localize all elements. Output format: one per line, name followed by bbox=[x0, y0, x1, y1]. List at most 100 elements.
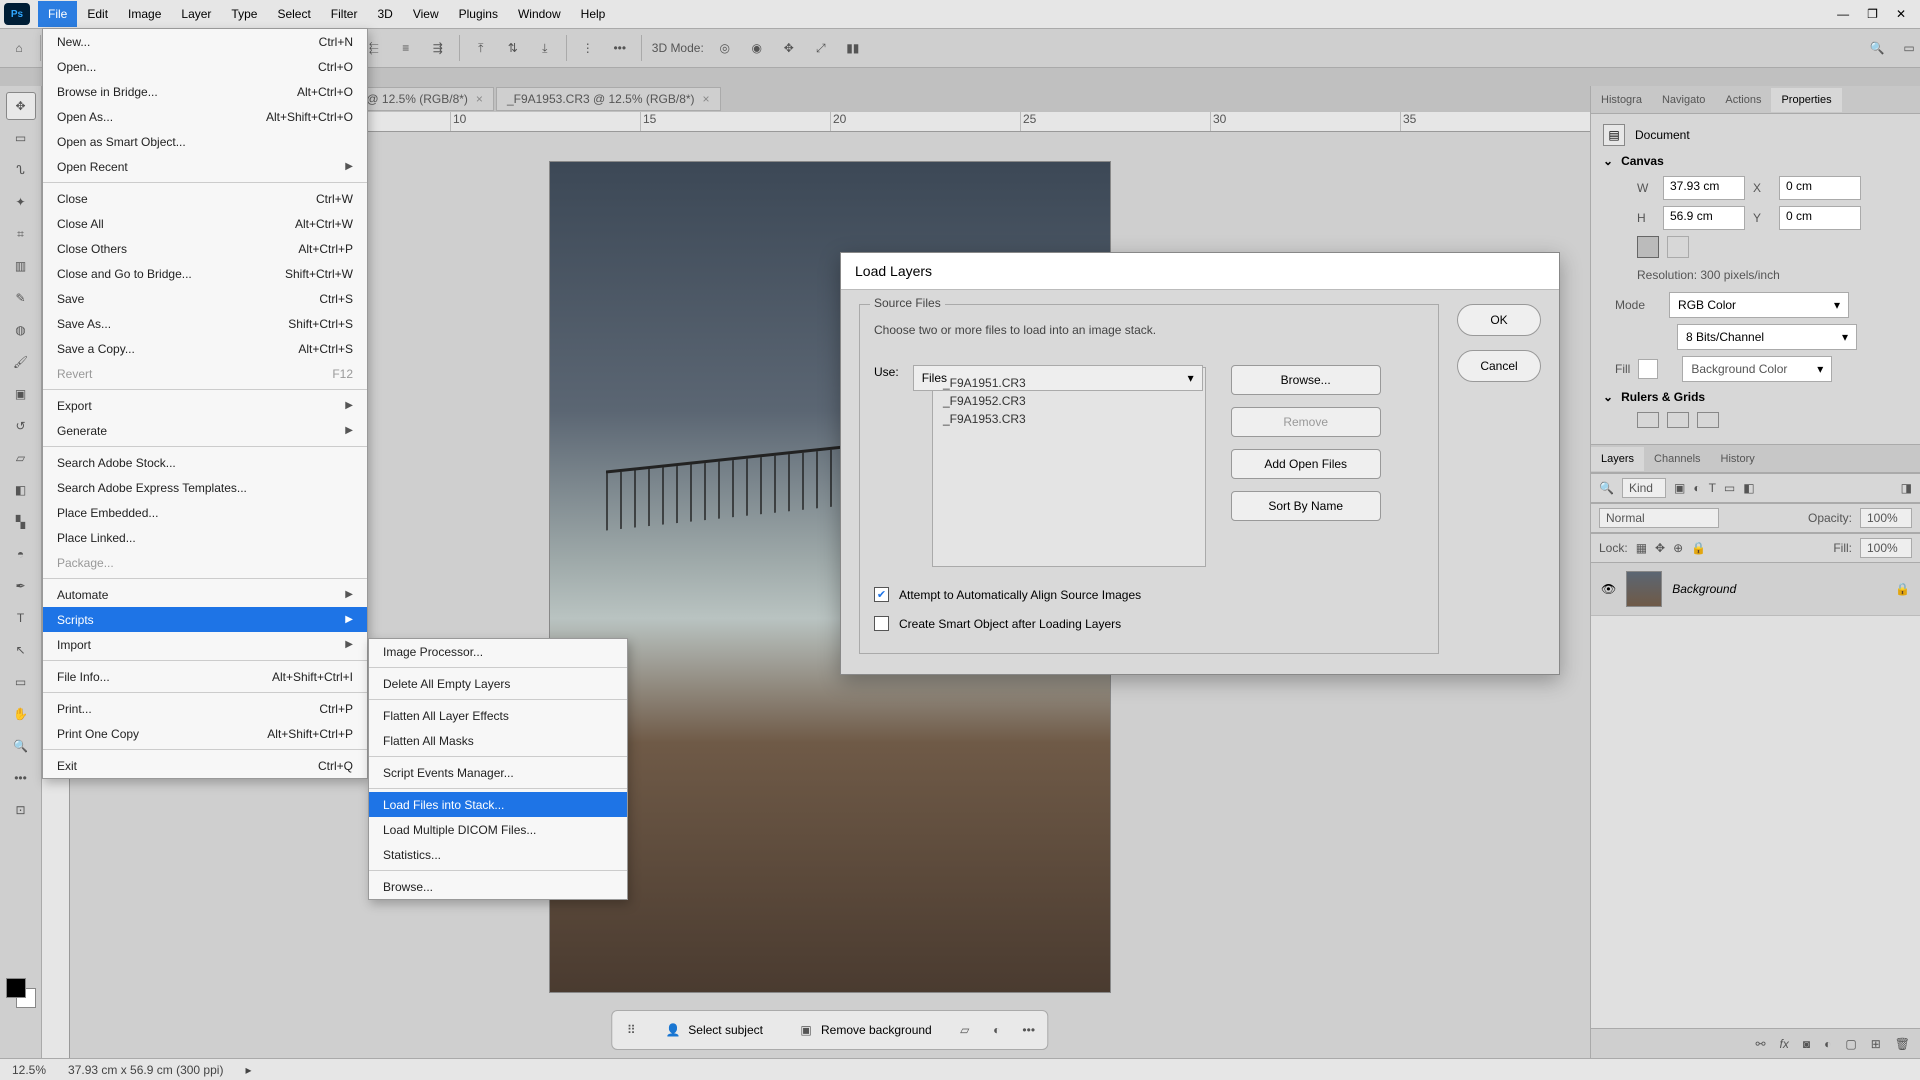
lock-icon[interactable]: 🔒 bbox=[1895, 582, 1910, 596]
layers-list[interactable]: 👁 Background 🔒 bbox=[1591, 563, 1920, 1028]
menu-item[interactable]: New...Ctrl+N bbox=[43, 29, 367, 54]
menu-item[interactable]: Print...Ctrl+P bbox=[43, 696, 367, 721]
fill-dropdown[interactable]: Background Color▾ bbox=[1682, 356, 1832, 382]
minimize-icon[interactable]: — bbox=[1837, 7, 1849, 21]
bit-depth-dropdown[interactable]: 8 Bits/Channel▾ bbox=[1677, 324, 1857, 350]
align-right-icon[interactable]: ⇶ bbox=[427, 37, 449, 59]
menu-item[interactable]: Flatten All Masks bbox=[369, 728, 627, 753]
3d-orbit-icon[interactable]: ◎ bbox=[714, 37, 736, 59]
menu-item[interactable]: Open...Ctrl+O bbox=[43, 54, 367, 79]
menu-item[interactable]: Close AllAlt+Ctrl+W bbox=[43, 211, 367, 236]
lock-pixels-icon[interactable]: ▦ bbox=[1636, 541, 1647, 555]
remove-button[interactable]: Remove bbox=[1231, 407, 1381, 437]
menu-item[interactable]: File Info...Alt+Shift+Ctrl+I bbox=[43, 664, 367, 689]
checkbox-unchecked-icon[interactable] bbox=[874, 616, 889, 631]
width-input[interactable]: 37.93 cm bbox=[1663, 176, 1745, 200]
blend-mode-dropdown[interactable]: Normal bbox=[1599, 508, 1719, 528]
menu-window[interactable]: Window bbox=[508, 1, 571, 27]
menu-item[interactable]: Print One CopyAlt+Shift+Ctrl+P bbox=[43, 721, 367, 746]
align-center-h-icon[interactable]: ≡ bbox=[395, 37, 417, 59]
color-mode-dropdown[interactable]: RGB Color▾ bbox=[1669, 292, 1849, 318]
menu-item[interactable]: Script Events Manager... bbox=[369, 760, 627, 785]
close-tab-icon[interactable]: × bbox=[476, 92, 483, 106]
menu-item[interactable]: SaveCtrl+S bbox=[43, 286, 367, 311]
select-subject-button[interactable]: 👤 Select subject bbox=[654, 1017, 773, 1043]
filter-smart-icon[interactable]: ◧ bbox=[1743, 481, 1754, 495]
menu-item[interactable]: Package... bbox=[43, 550, 367, 575]
close-icon[interactable]: ✕ bbox=[1896, 7, 1906, 21]
tab-histogram[interactable]: Histogra bbox=[1591, 88, 1652, 112]
menu-image[interactable]: Image bbox=[118, 1, 171, 27]
tab-properties[interactable]: Properties bbox=[1771, 88, 1841, 112]
menu-item[interactable]: Open Recent▶ bbox=[43, 154, 367, 179]
lasso-tool[interactable]: ᔐ bbox=[6, 156, 36, 184]
adjustment-icon[interactable]: ◐ bbox=[988, 1021, 1006, 1039]
color-swatches[interactable] bbox=[6, 978, 36, 1008]
transform-icon[interactable]: ▱ bbox=[956, 1021, 974, 1039]
shape-tool[interactable]: ▭ bbox=[6, 668, 36, 696]
pen-tool[interactable]: ✒ bbox=[6, 572, 36, 600]
hand-tool[interactable]: ✋ bbox=[6, 700, 36, 728]
marquee-tool[interactable]: ▭ bbox=[6, 124, 36, 152]
canvas-section-toggle[interactable]: ⌄ Canvas bbox=[1603, 154, 1908, 168]
eraser-tool[interactable]: ▱ bbox=[6, 444, 36, 472]
grid-icon[interactable] bbox=[1667, 412, 1689, 428]
3d-scale-icon[interactable]: ⤢ bbox=[810, 37, 832, 59]
new-group-icon[interactable]: ▢ bbox=[1845, 1037, 1856, 1051]
menu-item[interactable]: Search Adobe Express Templates... bbox=[43, 475, 367, 500]
foreground-color-swatch[interactable] bbox=[6, 978, 26, 998]
status-arrow-icon[interactable]: ▸ bbox=[245, 1063, 251, 1077]
filter-toggle-icon[interactable]: ◨ bbox=[1901, 481, 1912, 495]
move-tool[interactable]: ✥ bbox=[6, 92, 36, 120]
menu-view[interactable]: View bbox=[403, 1, 449, 27]
3d-pan-icon[interactable]: ◉ bbox=[746, 37, 768, 59]
home-icon[interactable]: ⌂ bbox=[8, 37, 30, 59]
maximize-icon[interactable]: ❐ bbox=[1867, 7, 1878, 21]
move-ctxbar-icon[interactable]: ⠿ bbox=[622, 1021, 640, 1039]
new-layer-icon[interactable]: ⊞ bbox=[1871, 1037, 1881, 1051]
menu-plugins[interactable]: Plugins bbox=[449, 1, 508, 27]
cancel-button[interactable]: Cancel bbox=[1457, 350, 1541, 382]
ruler-icon[interactable] bbox=[1637, 412, 1659, 428]
menu-type[interactable]: Type bbox=[221, 1, 267, 27]
frame-tool[interactable]: ▥ bbox=[6, 252, 36, 280]
menu-item[interactable]: Browse in Bridge...Alt+Ctrl+O bbox=[43, 79, 367, 104]
menu-item[interactable]: RevertF12 bbox=[43, 361, 367, 386]
stamp-tool[interactable]: ▣ bbox=[6, 380, 36, 408]
fill-opacity-input[interactable]: 100% bbox=[1860, 538, 1912, 558]
smart-object-checkbox-row[interactable]: Create Smart Object after Loading Layers bbox=[874, 616, 1424, 631]
crop-tool[interactable]: ⌗ bbox=[6, 220, 36, 248]
menu-item[interactable]: ExitCtrl+Q bbox=[43, 753, 367, 778]
history-brush-tool[interactable]: ↺ bbox=[6, 412, 36, 440]
magic-wand-tool[interactable]: ✦ bbox=[6, 188, 36, 216]
3d-camera-icon[interactable]: ▮▮ bbox=[842, 37, 864, 59]
new-adjustment-icon[interactable]: ◐ bbox=[1824, 1037, 1831, 1051]
file-list[interactable]: _F9A1951.CR3 _F9A1952.CR3 _F9A1953.CR3 bbox=[932, 367, 1206, 567]
more-options-icon[interactable]: ••• bbox=[609, 37, 631, 59]
menu-item[interactable]: Automate▶ bbox=[43, 582, 367, 607]
layer-row-background[interactable]: 👁 Background 🔒 bbox=[1591, 563, 1920, 616]
menu-item[interactable]: Place Linked... bbox=[43, 525, 367, 550]
auto-align-checkbox-row[interactable]: ✔ Attempt to Automatically Align Source … bbox=[874, 587, 1424, 602]
fill-swatch[interactable] bbox=[1638, 359, 1658, 379]
filter-type-icon[interactable]: T bbox=[1709, 481, 1716, 495]
more-tools-icon[interactable]: ••• bbox=[6, 764, 36, 792]
menu-item[interactable]: Generate▶ bbox=[43, 418, 367, 443]
layer-fx-icon[interactable]: fx bbox=[1780, 1037, 1789, 1051]
align-bottom-icon[interactable]: ⤓ bbox=[534, 37, 556, 59]
delete-layer-icon[interactable]: 🗑 bbox=[1895, 1037, 1910, 1051]
add-open-files-button[interactable]: Add Open Files bbox=[1231, 449, 1381, 479]
menu-item[interactable]: Open as Smart Object... bbox=[43, 129, 367, 154]
eyedropper-tool[interactable]: ✎ bbox=[6, 284, 36, 312]
add-mask-icon[interactable]: ◙ bbox=[1803, 1037, 1810, 1051]
menu-item[interactable]: Image Processor... bbox=[369, 639, 627, 664]
file-list-item[interactable]: _F9A1953.CR3 bbox=[943, 410, 1195, 428]
height-input[interactable]: 56.9 cm bbox=[1663, 206, 1745, 230]
menu-item[interactable]: Open As...Alt+Shift+Ctrl+O bbox=[43, 104, 367, 129]
filter-shape-icon[interactable]: ▭ bbox=[1724, 481, 1735, 495]
menu-item[interactable]: CloseCtrl+W bbox=[43, 186, 367, 211]
zoom-tool[interactable]: 🔍 bbox=[6, 732, 36, 760]
visibility-icon[interactable]: 👁 bbox=[1601, 582, 1616, 596]
guides-icon[interactable] bbox=[1697, 412, 1719, 428]
menu-item[interactable]: Place Embedded... bbox=[43, 500, 367, 525]
